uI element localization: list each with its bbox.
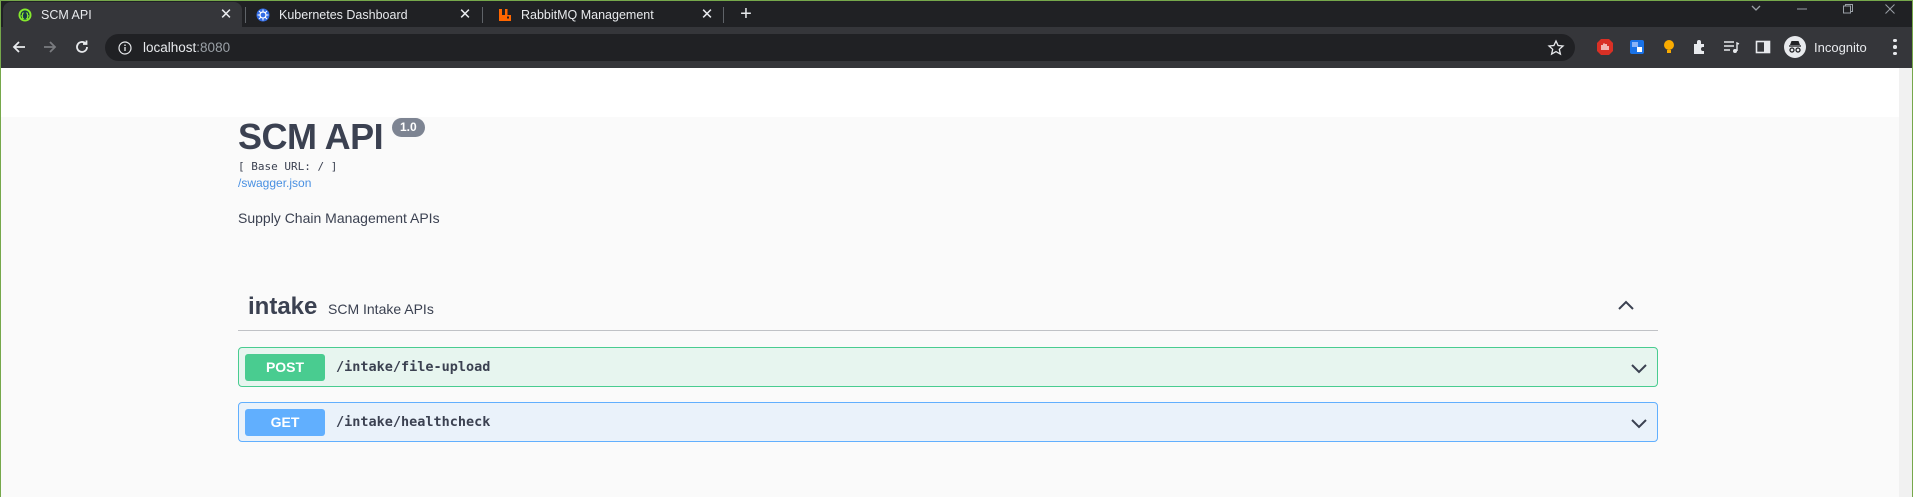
tab-scm-api[interactable]: {} SCM API ✕ (3, 2, 242, 28)
chevron-down-icon[interactable] (1629, 358, 1649, 378)
restore-button[interactable] (1825, 1, 1871, 23)
version-badge: 1.0 (392, 118, 425, 137)
operation-get-healthcheck[interactable]: GET /intake/healthcheck (238, 402, 1658, 442)
new-tab-button[interactable]: + (734, 2, 758, 26)
forward-button[interactable] (38, 35, 62, 59)
tag-section-intake[interactable]: intake SCM Intake APIs (238, 288, 1658, 331)
kubernetes-icon (256, 8, 270, 22)
bookmark-star-icon[interactable] (1547, 39, 1565, 57)
tag-name: intake (248, 293, 318, 320)
tab-title: RabbitMQ Management (521, 8, 654, 22)
close-icon[interactable]: ✕ (457, 7, 473, 23)
incognito-icon (1784, 36, 1806, 58)
incognito-profile-button[interactable]: Incognito (1784, 32, 1867, 62)
profile-label: Incognito (1814, 39, 1867, 55)
tab-strip: {} SCM API ✕ Kubernetes Dashboard ✕ Rabb… (0, 0, 1913, 28)
url-port: :8080 (196, 40, 231, 55)
operation-path: /intake/healthcheck (336, 414, 491, 430)
rabbitmq-icon (498, 8, 512, 22)
close-icon[interactable]: ✕ (699, 7, 715, 23)
tab-kubernetes-dashboard[interactable]: Kubernetes Dashboard ✕ (241, 2, 481, 28)
api-title: SCM API (238, 116, 384, 157)
swagger-icon: {} (18, 8, 32, 22)
tab-title: SCM API (41, 8, 92, 22)
adblock-extension-icon[interactable] (1595, 37, 1615, 57)
lightbulb-extension-icon[interactable] (1659, 37, 1679, 57)
back-button[interactable] (7, 35, 31, 59)
chevron-up-icon[interactable] (1616, 296, 1636, 316)
swagger-json-link[interactable]: /swagger.json (238, 176, 311, 190)
close-window-button[interactable] (1867, 1, 1913, 23)
minimize-button[interactable] (1779, 1, 1825, 23)
browser-toolbar: localhost:8080 Incognito (0, 27, 1913, 68)
browser-menu-icon[interactable] (1887, 37, 1903, 57)
vertical-scrollbar[interactable] (1899, 68, 1912, 497)
svg-text:{}: {} (20, 12, 30, 20)
reload-button[interactable] (70, 35, 94, 59)
side-panel-icon[interactable] (1753, 37, 1773, 57)
url-host: localhost (143, 40, 197, 55)
close-icon[interactable]: ✕ (218, 7, 234, 23)
method-badge: POST (245, 354, 325, 381)
extensions-puzzle-icon[interactable] (1690, 37, 1710, 57)
tab-rabbitmq-management[interactable]: RabbitMQ Management ✕ (483, 2, 723, 28)
extension-icon-blue[interactable] (1627, 37, 1647, 57)
tag-description: SCM Intake APIs (328, 301, 434, 317)
address-bar[interactable]: localhost:8080 (105, 34, 1575, 61)
operation-path: /intake/file-upload (336, 359, 491, 375)
base-url: [ Base URL: / ] (238, 160, 338, 173)
tab-separator (723, 7, 724, 23)
api-description: Supply Chain Management APIs (238, 210, 440, 226)
chevron-down-icon[interactable] (1629, 413, 1649, 433)
operation-post-file-upload[interactable]: POST /intake/file-upload (238, 347, 1658, 387)
page-viewport: SCM API 1.0 [ Base URL: / ] /swagger.jso… (0, 68, 1913, 497)
tab-search-chevron-icon[interactable] (1733, 1, 1779, 23)
site-info-icon[interactable] (117, 40, 133, 56)
tab-title: Kubernetes Dashboard (279, 8, 408, 22)
media-control-icon[interactable] (1721, 37, 1741, 57)
method-badge: GET (245, 409, 325, 436)
